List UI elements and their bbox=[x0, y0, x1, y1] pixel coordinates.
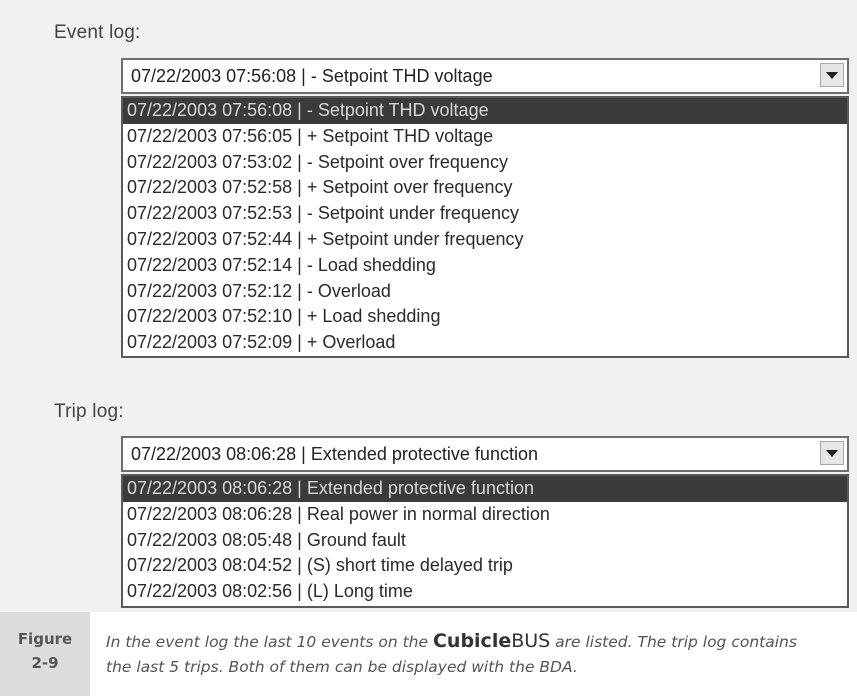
caption-text-before: In the event log the last 10 events on t… bbox=[106, 633, 433, 651]
event-log-label: Event log: bbox=[54, 22, 141, 43]
trip-log-label: Trip log: bbox=[54, 401, 124, 422]
dialog-panel: Event log: 07/22/2003 07:56:08 | - Setpo… bbox=[0, 0, 857, 612]
trip-log-row[interactable]: 07/22/2003 08:06:28 | Extended protectiv… bbox=[123, 476, 847, 502]
trip-log-dropdown-button[interactable] bbox=[820, 441, 844, 465]
event-log-row[interactable]: 07/22/2003 07:53:02 | - Setpoint over fr… bbox=[123, 150, 847, 176]
figure-caption: In the event log the last 10 events on t… bbox=[106, 629, 826, 680]
trip-log-row[interactable]: 07/22/2003 08:04:52 | (S) short time del… bbox=[123, 553, 847, 579]
trip-log-row[interactable]: 07/22/2003 08:05:48 | Ground fault bbox=[123, 528, 847, 554]
event-log-combo-value: 07/22/2003 07:56:08 | - Setpoint THD vol… bbox=[131, 66, 493, 86]
event-log-dropdown-button[interactable] bbox=[820, 63, 844, 87]
figure-word: Figure bbox=[17, 630, 73, 648]
event-log-row[interactable]: 07/22/2003 07:52:09 | + Overload bbox=[123, 330, 847, 356]
brand-name-bold: Cubicle bbox=[432, 630, 512, 652]
chevron-down-icon bbox=[826, 71, 838, 79]
event-log-combobox[interactable]: 07/22/2003 07:56:08 | - Setpoint THD vol… bbox=[121, 58, 849, 94]
figure-number-box: Figure 2-9 bbox=[0, 612, 90, 696]
trip-log-combobox[interactable]: 07/22/2003 08:06:28 | Extended protectiv… bbox=[121, 436, 849, 472]
event-log-row[interactable]: 07/22/2003 07:52:10 | + Load shedding bbox=[123, 304, 847, 330]
event-log-row[interactable]: 07/22/2003 07:52:58 | + Setpoint over fr… bbox=[123, 175, 847, 201]
event-log-list[interactable]: 07/22/2003 07:56:08 | - Setpoint THD vol… bbox=[121, 96, 849, 358]
trip-log-list[interactable]: 07/22/2003 08:06:28 | Extended protectiv… bbox=[121, 474, 849, 608]
event-log-row[interactable]: 07/22/2003 07:56:05 | + Setpoint THD vol… bbox=[123, 124, 847, 150]
trip-log-combo-value: 07/22/2003 08:06:28 | Extended protectiv… bbox=[131, 444, 538, 464]
event-log-row[interactable]: 07/22/2003 07:56:08 | - Setpoint THD vol… bbox=[123, 98, 847, 124]
brand-name-regular: BUS bbox=[511, 630, 551, 652]
event-log-row[interactable]: 07/22/2003 07:52:14 | - Load shedding bbox=[123, 253, 847, 279]
event-log-row[interactable]: 07/22/2003 07:52:53 | - Setpoint under f… bbox=[123, 201, 847, 227]
trip-log-row[interactable]: 07/22/2003 08:06:28 | Real power in norm… bbox=[123, 502, 847, 528]
trip-log-row[interactable]: 07/22/2003 08:02:56 | (L) Long time bbox=[123, 579, 847, 605]
chevron-down-icon bbox=[826, 449, 838, 457]
event-log-row[interactable]: 07/22/2003 07:52:44 | + Setpoint under f… bbox=[123, 227, 847, 253]
figure-number: 2-9 bbox=[31, 654, 59, 672]
event-log-row[interactable]: 07/22/2003 07:52:12 | - Overload bbox=[123, 279, 847, 305]
